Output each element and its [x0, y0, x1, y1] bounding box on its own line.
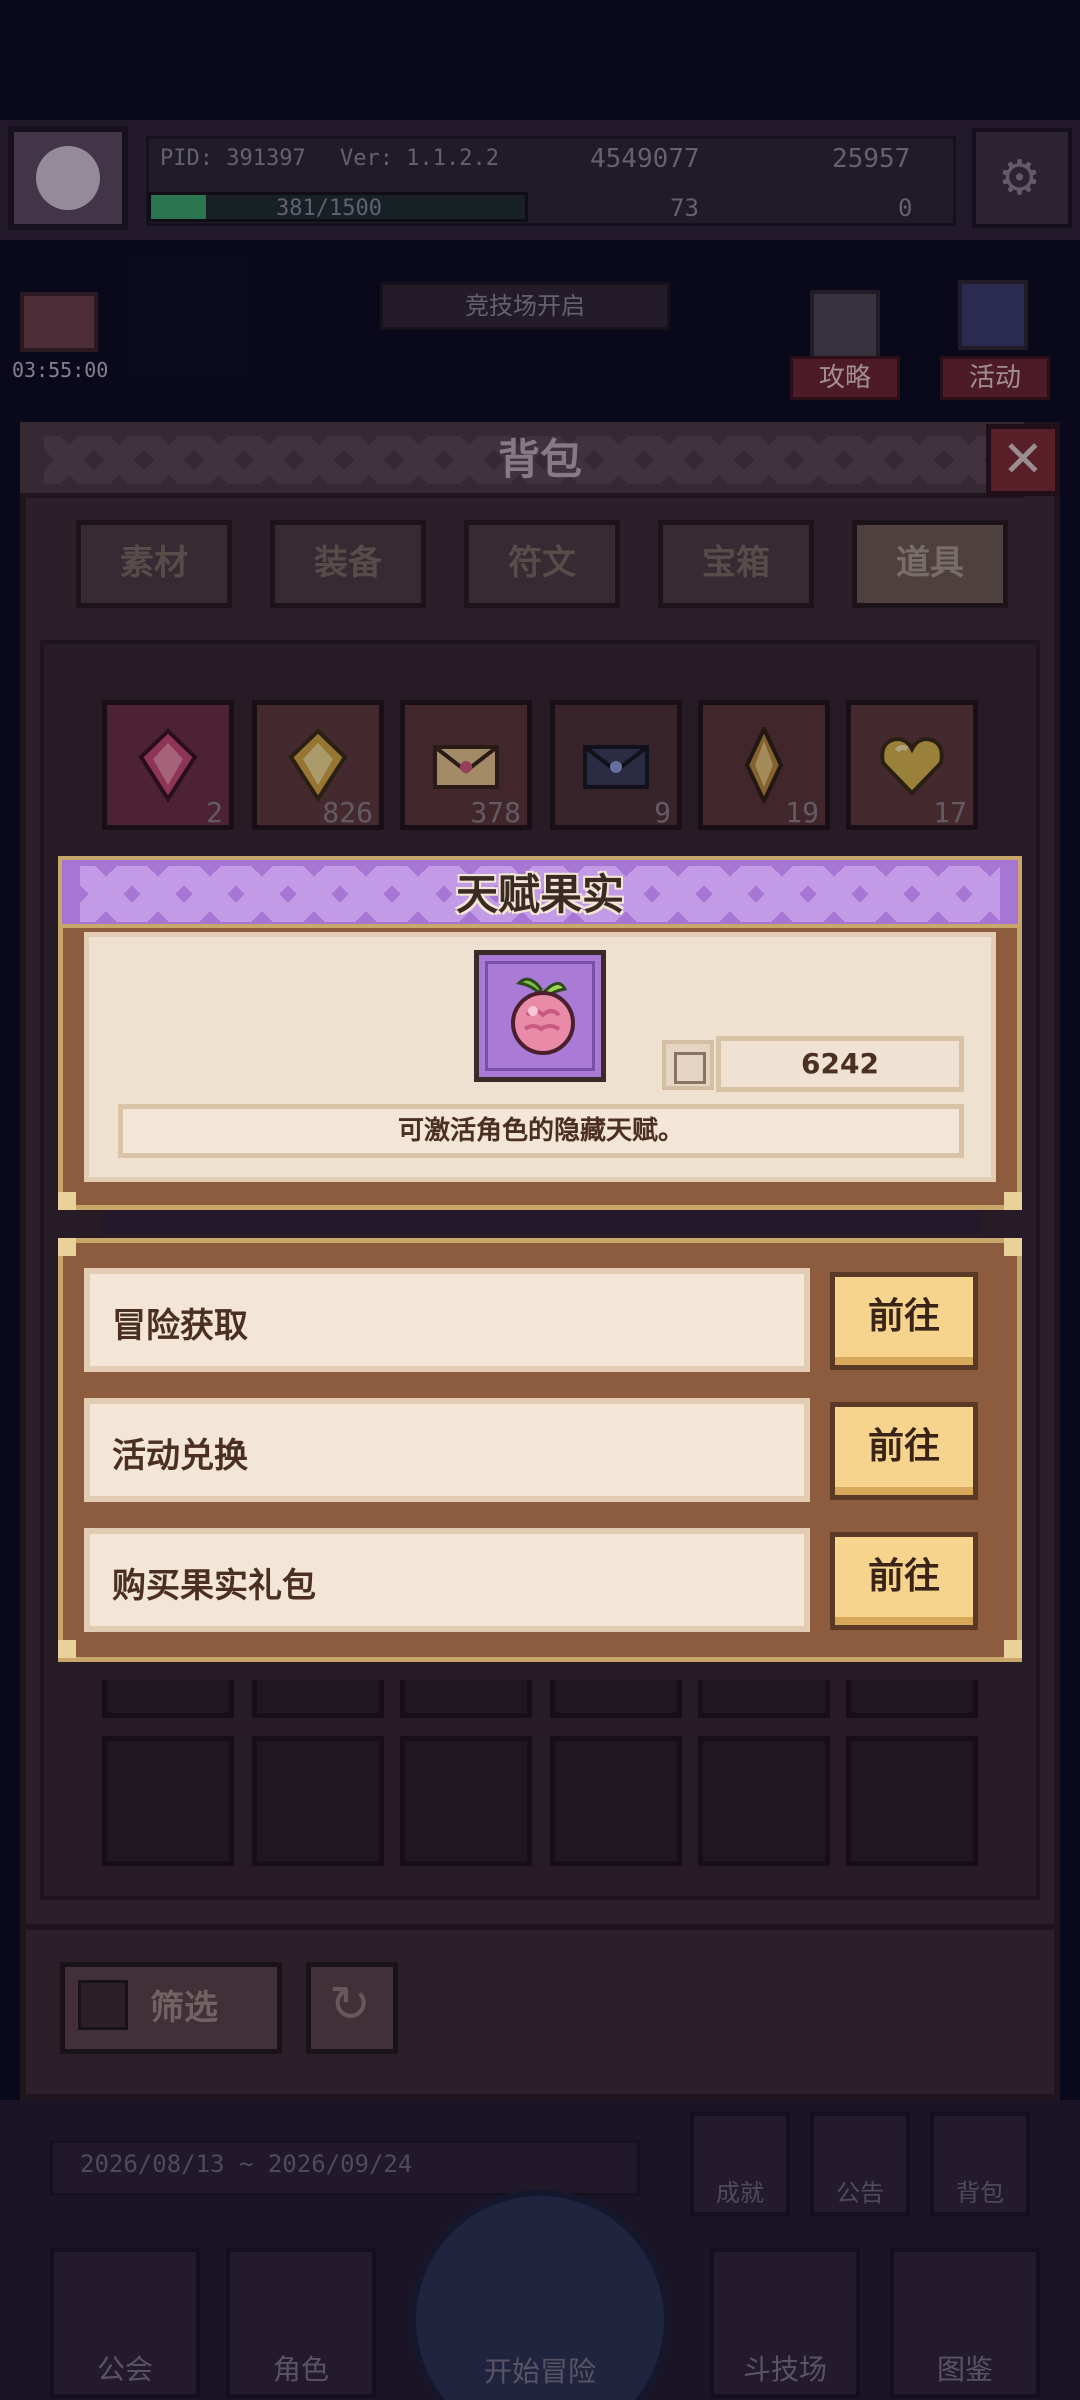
talent-fruit-icon: [511, 977, 575, 1055]
item-description: 可激活角色的隐藏天赋。: [118, 1104, 964, 1158]
inventory-count-icon: [662, 1040, 714, 1090]
source-label-event-exchange: 活动兑换: [112, 1436, 248, 1476]
corner-ornament: [1004, 1238, 1022, 1256]
go-button-buy-pack[interactable]: 前往: [830, 1532, 978, 1630]
item-name: 天赋果实: [455, 870, 624, 919]
source-label-adventure: 冒险获取: [112, 1306, 248, 1346]
corner-ornament: [58, 1192, 76, 1210]
corner-ornament: [1004, 1192, 1022, 1210]
go-button-event-exchange[interactable]: 前往: [830, 1402, 978, 1500]
owned-count: 6242: [716, 1036, 964, 1092]
item-icon-frame: [474, 950, 606, 1082]
corner-ornament: [58, 1640, 76, 1658]
source-label-buy-pack: 购买果实礼包: [112, 1566, 316, 1606]
corner-ornament: [1004, 1640, 1022, 1658]
go-button-adventure[interactable]: 前往: [830, 1272, 978, 1370]
corner-ornament: [58, 1238, 76, 1256]
